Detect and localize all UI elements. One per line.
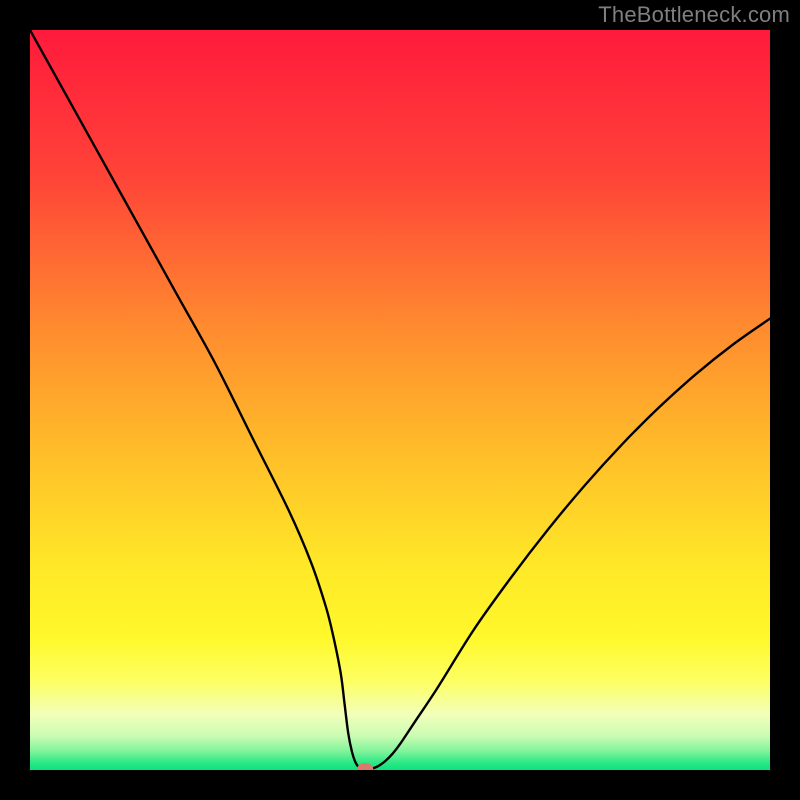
watermark-text: TheBottleneck.com — [598, 2, 790, 28]
plot-area — [30, 30, 770, 770]
gradient-background — [30, 30, 770, 770]
bottleneck-chart — [30, 30, 770, 770]
chart-frame: TheBottleneck.com — [0, 0, 800, 800]
